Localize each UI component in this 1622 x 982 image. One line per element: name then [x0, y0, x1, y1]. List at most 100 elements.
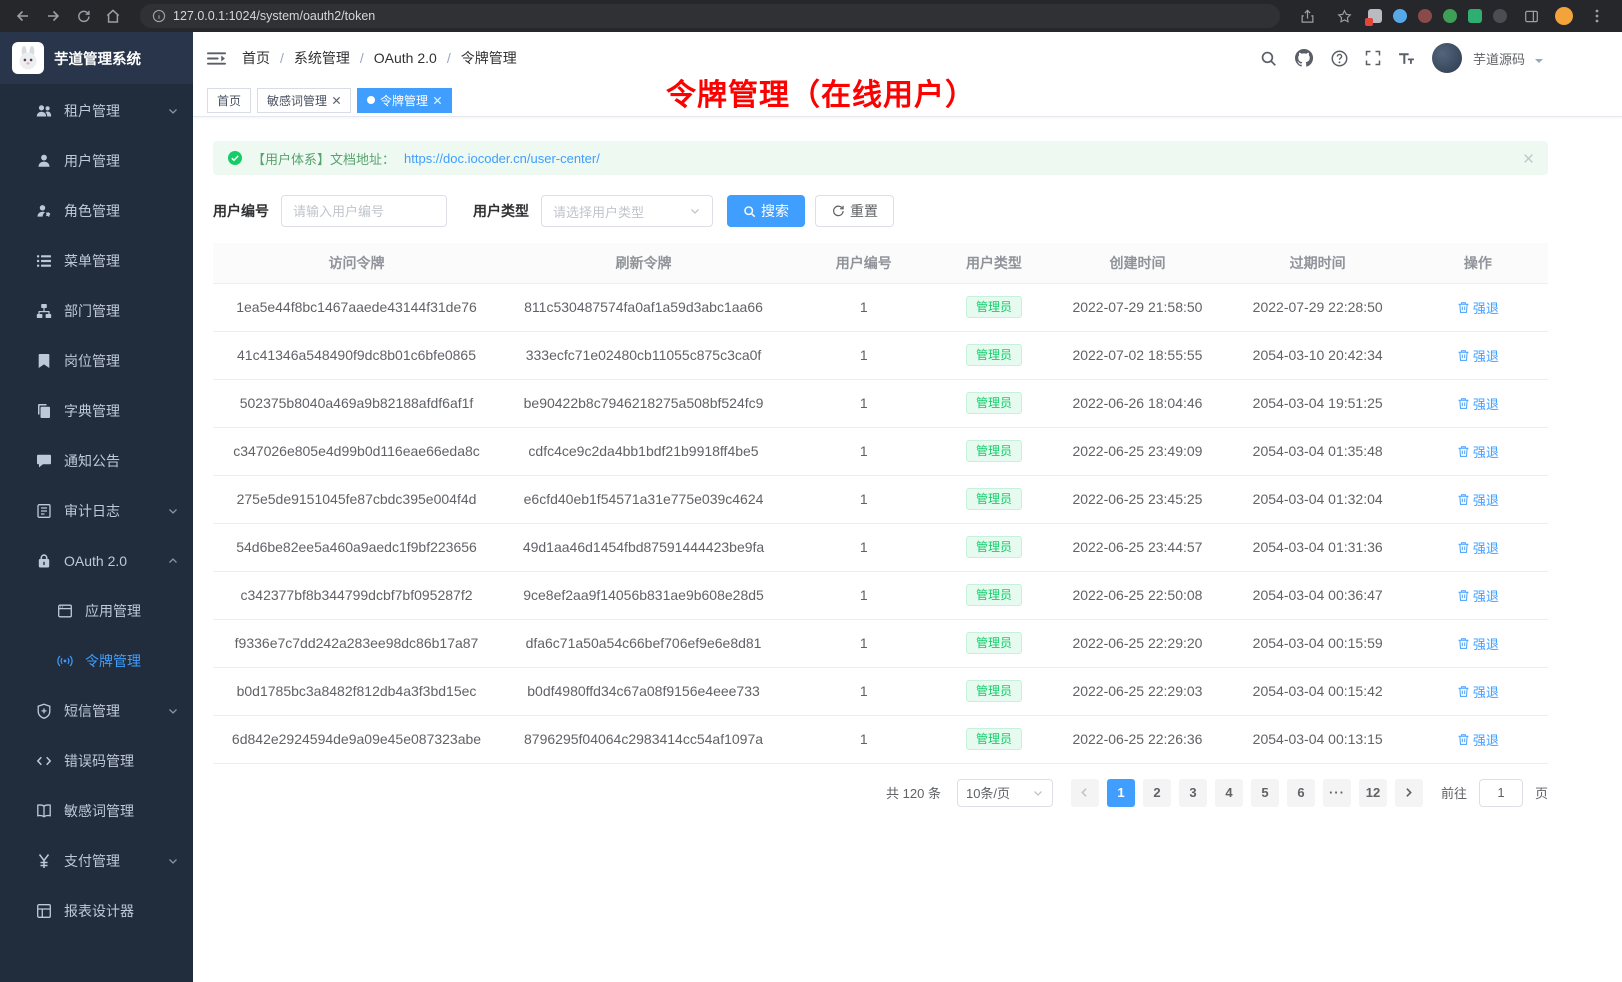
- chevron-icon: [167, 855, 179, 867]
- browser-menu-icon[interactable]: [1584, 3, 1610, 29]
- search-button-label: 搜索: [761, 201, 789, 221]
- sidebar-item[interactable]: 报表设计器: [0, 886, 193, 936]
- force-logout-button[interactable]: 强退: [1457, 586, 1499, 605]
- sidebar-item-label: 审计日志: [64, 501, 155, 521]
- sidebar-item[interactable]: OAuth 2.0: [0, 536, 193, 586]
- sidebar-item[interactable]: 通知公告: [0, 436, 193, 486]
- force-logout-button[interactable]: 强退: [1457, 490, 1499, 509]
- sidebar-item[interactable]: 角色管理: [0, 186, 193, 236]
- force-logout-button[interactable]: 强退: [1457, 346, 1499, 365]
- expire-time-cell: 2054-03-04 00:15:59: [1228, 619, 1408, 667]
- address-bar[interactable]: 127.0.0.1:1024/system/oauth2/token: [140, 4, 1280, 28]
- sidebar-item[interactable]: 支付管理: [0, 836, 193, 886]
- refresh-token-cell: b0df4980ffd34c67a08f9156e4eee733: [500, 667, 787, 715]
- reset-button[interactable]: 重置: [815, 195, 894, 227]
- sidebar-item-label: 用户管理: [64, 151, 155, 171]
- sidebar-item[interactable]: 应用管理: [0, 586, 193, 636]
- sidebar-toggle-icon[interactable]: [207, 50, 226, 67]
- close-icon[interactable]: [433, 96, 442, 105]
- side-panel-icon[interactable]: [1518, 3, 1544, 29]
- user-type-select[interactable]: 请选择用户类型: [541, 195, 713, 227]
- user-type-badge: 管理员: [966, 680, 1022, 702]
- font-size-icon[interactable]: [1398, 50, 1415, 67]
- sidebar-item-label: 短信管理: [64, 701, 155, 721]
- sidebar-item[interactable]: 错误码管理: [0, 736, 193, 786]
- sidebar-item[interactable]: 短信管理: [0, 686, 193, 736]
- site-info-icon[interactable]: [152, 9, 166, 23]
- force-logout-button[interactable]: 强退: [1457, 442, 1499, 461]
- tab[interactable]: 敏感词管理: [257, 88, 351, 113]
- user-name[interactable]: 芋道源码: [1473, 49, 1525, 68]
- page-button[interactable]: ···: [1323, 779, 1351, 807]
- sidebar-item[interactable]: 敏感词管理: [0, 786, 193, 836]
- tab[interactable]: 令牌管理: [357, 88, 452, 113]
- force-logout-button[interactable]: 强退: [1457, 538, 1499, 557]
- close-icon[interactable]: [332, 96, 341, 105]
- search-button[interactable]: 搜索: [727, 195, 805, 227]
- sidebar-item[interactable]: 租户管理: [0, 86, 193, 136]
- table-row: 41c41346a548490f9dc8b01c6bfe0865 333ecfc…: [213, 331, 1548, 379]
- sidebar-item[interactable]: 令牌管理: [0, 636, 193, 686]
- extension-icon-6[interactable]: [1493, 9, 1507, 23]
- sidebar-item[interactable]: 字典管理: [0, 386, 193, 436]
- navbar-actions: 芋道源码: [1260, 43, 1544, 73]
- extension-icon-5[interactable]: [1468, 9, 1482, 23]
- force-logout-button[interactable]: 强退: [1457, 682, 1499, 701]
- page-button[interactable]: 5: [1251, 779, 1279, 807]
- breadcrumb-item[interactable]: 令牌管理: [437, 48, 517, 68]
- extension-icon-3[interactable]: [1418, 9, 1432, 23]
- sidebar-item[interactable]: 部门管理: [0, 286, 193, 336]
- breadcrumb-item[interactable]: 首页: [242, 48, 270, 68]
- tab-label: 敏感词管理: [267, 92, 327, 109]
- search-icon[interactable]: [1260, 50, 1277, 67]
- page-button[interactable]: 3: [1179, 779, 1207, 807]
- force-logout-label: 强退: [1473, 346, 1499, 365]
- user-id-input[interactable]: [281, 195, 447, 227]
- alert-close-icon[interactable]: [1523, 153, 1534, 164]
- table-header-cell: 用户类型: [941, 243, 1048, 283]
- extension-icon-4[interactable]: [1443, 9, 1457, 23]
- sidebar-item-icon: [36, 353, 52, 369]
- page-button[interactable]: 6: [1287, 779, 1315, 807]
- prev-page-button[interactable]: [1071, 779, 1099, 807]
- extension-icon-2[interactable]: [1393, 9, 1407, 23]
- next-page-button[interactable]: [1395, 779, 1423, 807]
- caret-down-icon[interactable]: [1534, 56, 1544, 66]
- fullscreen-icon[interactable]: [1365, 50, 1381, 66]
- tab[interactable]: 首页: [207, 88, 251, 113]
- alert-doc-link[interactable]: https://doc.iocoder.cn/user-center/: [404, 151, 600, 166]
- share-icon[interactable]: [1294, 3, 1320, 29]
- bookmark-star-icon[interactable]: [1331, 3, 1357, 29]
- github-icon[interactable]: [1294, 48, 1314, 68]
- force-logout-button[interactable]: 强退: [1457, 634, 1499, 653]
- browser-profile-avatar[interactable]: [1555, 7, 1573, 25]
- breadcrumb-item[interactable]: OAuth 2.0: [350, 50, 437, 66]
- page-button[interactable]: 4: [1215, 779, 1243, 807]
- reload-icon[interactable]: [70, 3, 96, 29]
- refresh-token-cell: 9ce8ef2aa9f14056b831ae9b608e28d5: [500, 571, 787, 619]
- force-logout-button[interactable]: 强退: [1457, 298, 1499, 317]
- page-button[interactable]: 2: [1143, 779, 1171, 807]
- sidebar-item-label: 错误码管理: [64, 751, 155, 771]
- goto-page-input[interactable]: [1479, 779, 1523, 807]
- forward-icon[interactable]: [40, 3, 66, 29]
- sidebar-item[interactable]: 审计日志: [0, 486, 193, 536]
- goto-unit: 页: [1535, 783, 1548, 802]
- sidebar-item[interactable]: 菜单管理: [0, 236, 193, 286]
- page-button[interactable]: 12: [1359, 779, 1387, 807]
- back-icon[interactable]: [10, 3, 36, 29]
- action-cell: 强退: [1408, 523, 1548, 571]
- force-logout-button[interactable]: 强退: [1457, 394, 1499, 413]
- sidebar-item[interactable]: 岗位管理: [0, 336, 193, 386]
- refresh-icon: [831, 204, 845, 218]
- sidebar-item[interactable]: 用户管理: [0, 136, 193, 186]
- extension-icon-1[interactable]: [1368, 9, 1382, 23]
- page-button[interactable]: 1: [1107, 779, 1135, 807]
- page-size-select[interactable]: 10条/页: [957, 779, 1053, 807]
- force-logout-button[interactable]: 强退: [1457, 730, 1499, 749]
- app-logo[interactable]: 芋道管理系统: [0, 32, 193, 84]
- breadcrumb-item[interactable]: 系统管理: [270, 48, 350, 68]
- home-icon[interactable]: [100, 3, 126, 29]
- user-avatar[interactable]: [1432, 43, 1462, 73]
- help-icon[interactable]: [1331, 50, 1348, 67]
